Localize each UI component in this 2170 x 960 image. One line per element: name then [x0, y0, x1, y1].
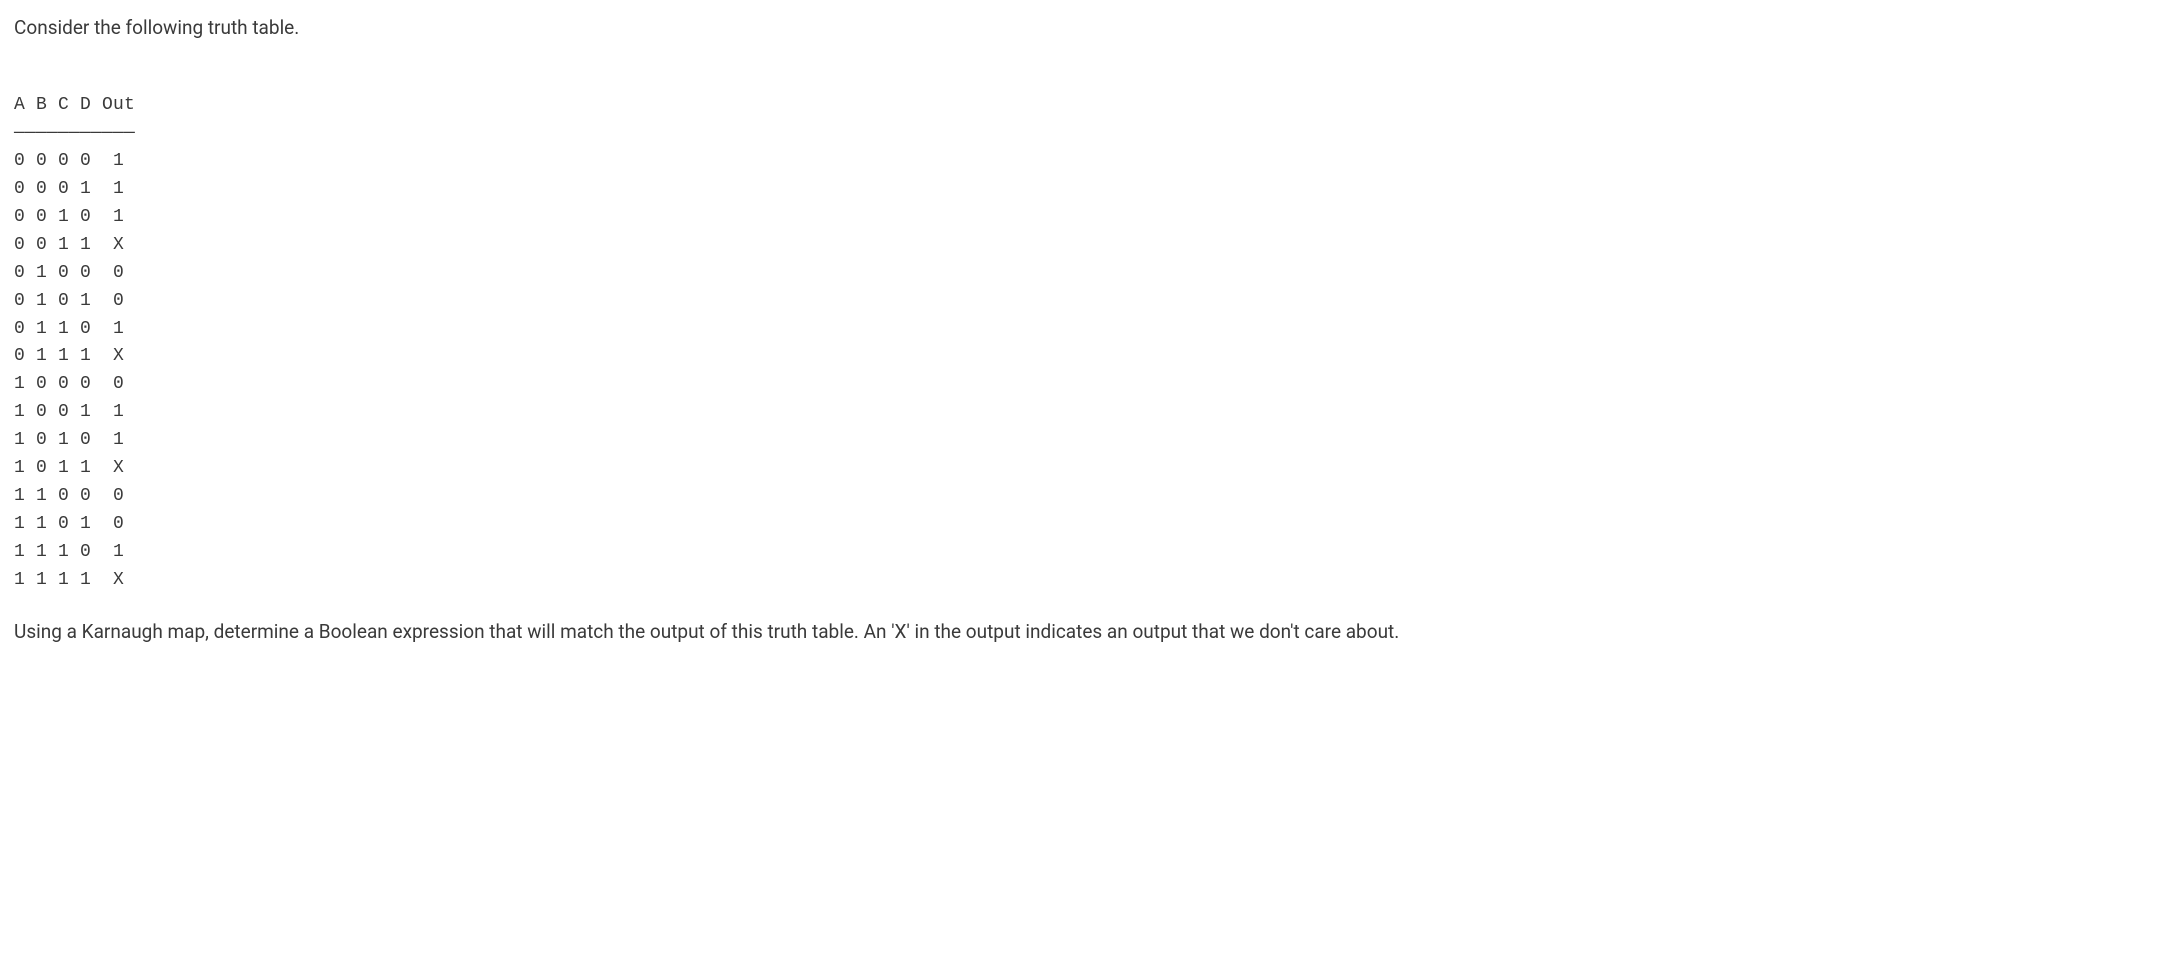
table-row: 0 1 1 1 X: [14, 346, 124, 366]
table-header: A B C D Out: [14, 95, 135, 115]
table-row: 1 0 1 1 X: [14, 458, 124, 478]
table-row: 0 0 1 1 X: [14, 235, 124, 255]
table-row: 0 1 1 0 1: [14, 319, 124, 339]
table-row: 0 1 0 1 0: [14, 291, 124, 311]
table-row: 1 0 0 0 0: [14, 374, 124, 394]
outro-paragraph: Using a Karnaugh map, determine a Boolea…: [14, 618, 2156, 647]
intro-paragraph: Consider the following truth table.: [14, 14, 2156, 43]
table-row: 1 1 1 1 X: [14, 570, 124, 590]
table-row: 1 0 0 1 1: [14, 402, 124, 422]
table-row: 0 1 0 0 0: [14, 263, 124, 283]
table-row: 1 1 0 0 0: [14, 486, 124, 506]
table-divider: ———————————: [14, 123, 135, 143]
truth-table-block: A B C D Out ——————————— 0 0 0 0 1 0 0 0 …: [14, 65, 2156, 595]
table-row: 0 0 1 0 1: [14, 207, 124, 227]
table-row: 0 0 0 1 1: [14, 179, 124, 199]
table-row: 1 1 1 0 1: [14, 542, 124, 562]
table-row: 1 0 1 0 1: [14, 430, 124, 450]
table-row: 0 0 0 0 1: [14, 151, 124, 171]
table-row: 1 1 0 1 0: [14, 514, 124, 534]
